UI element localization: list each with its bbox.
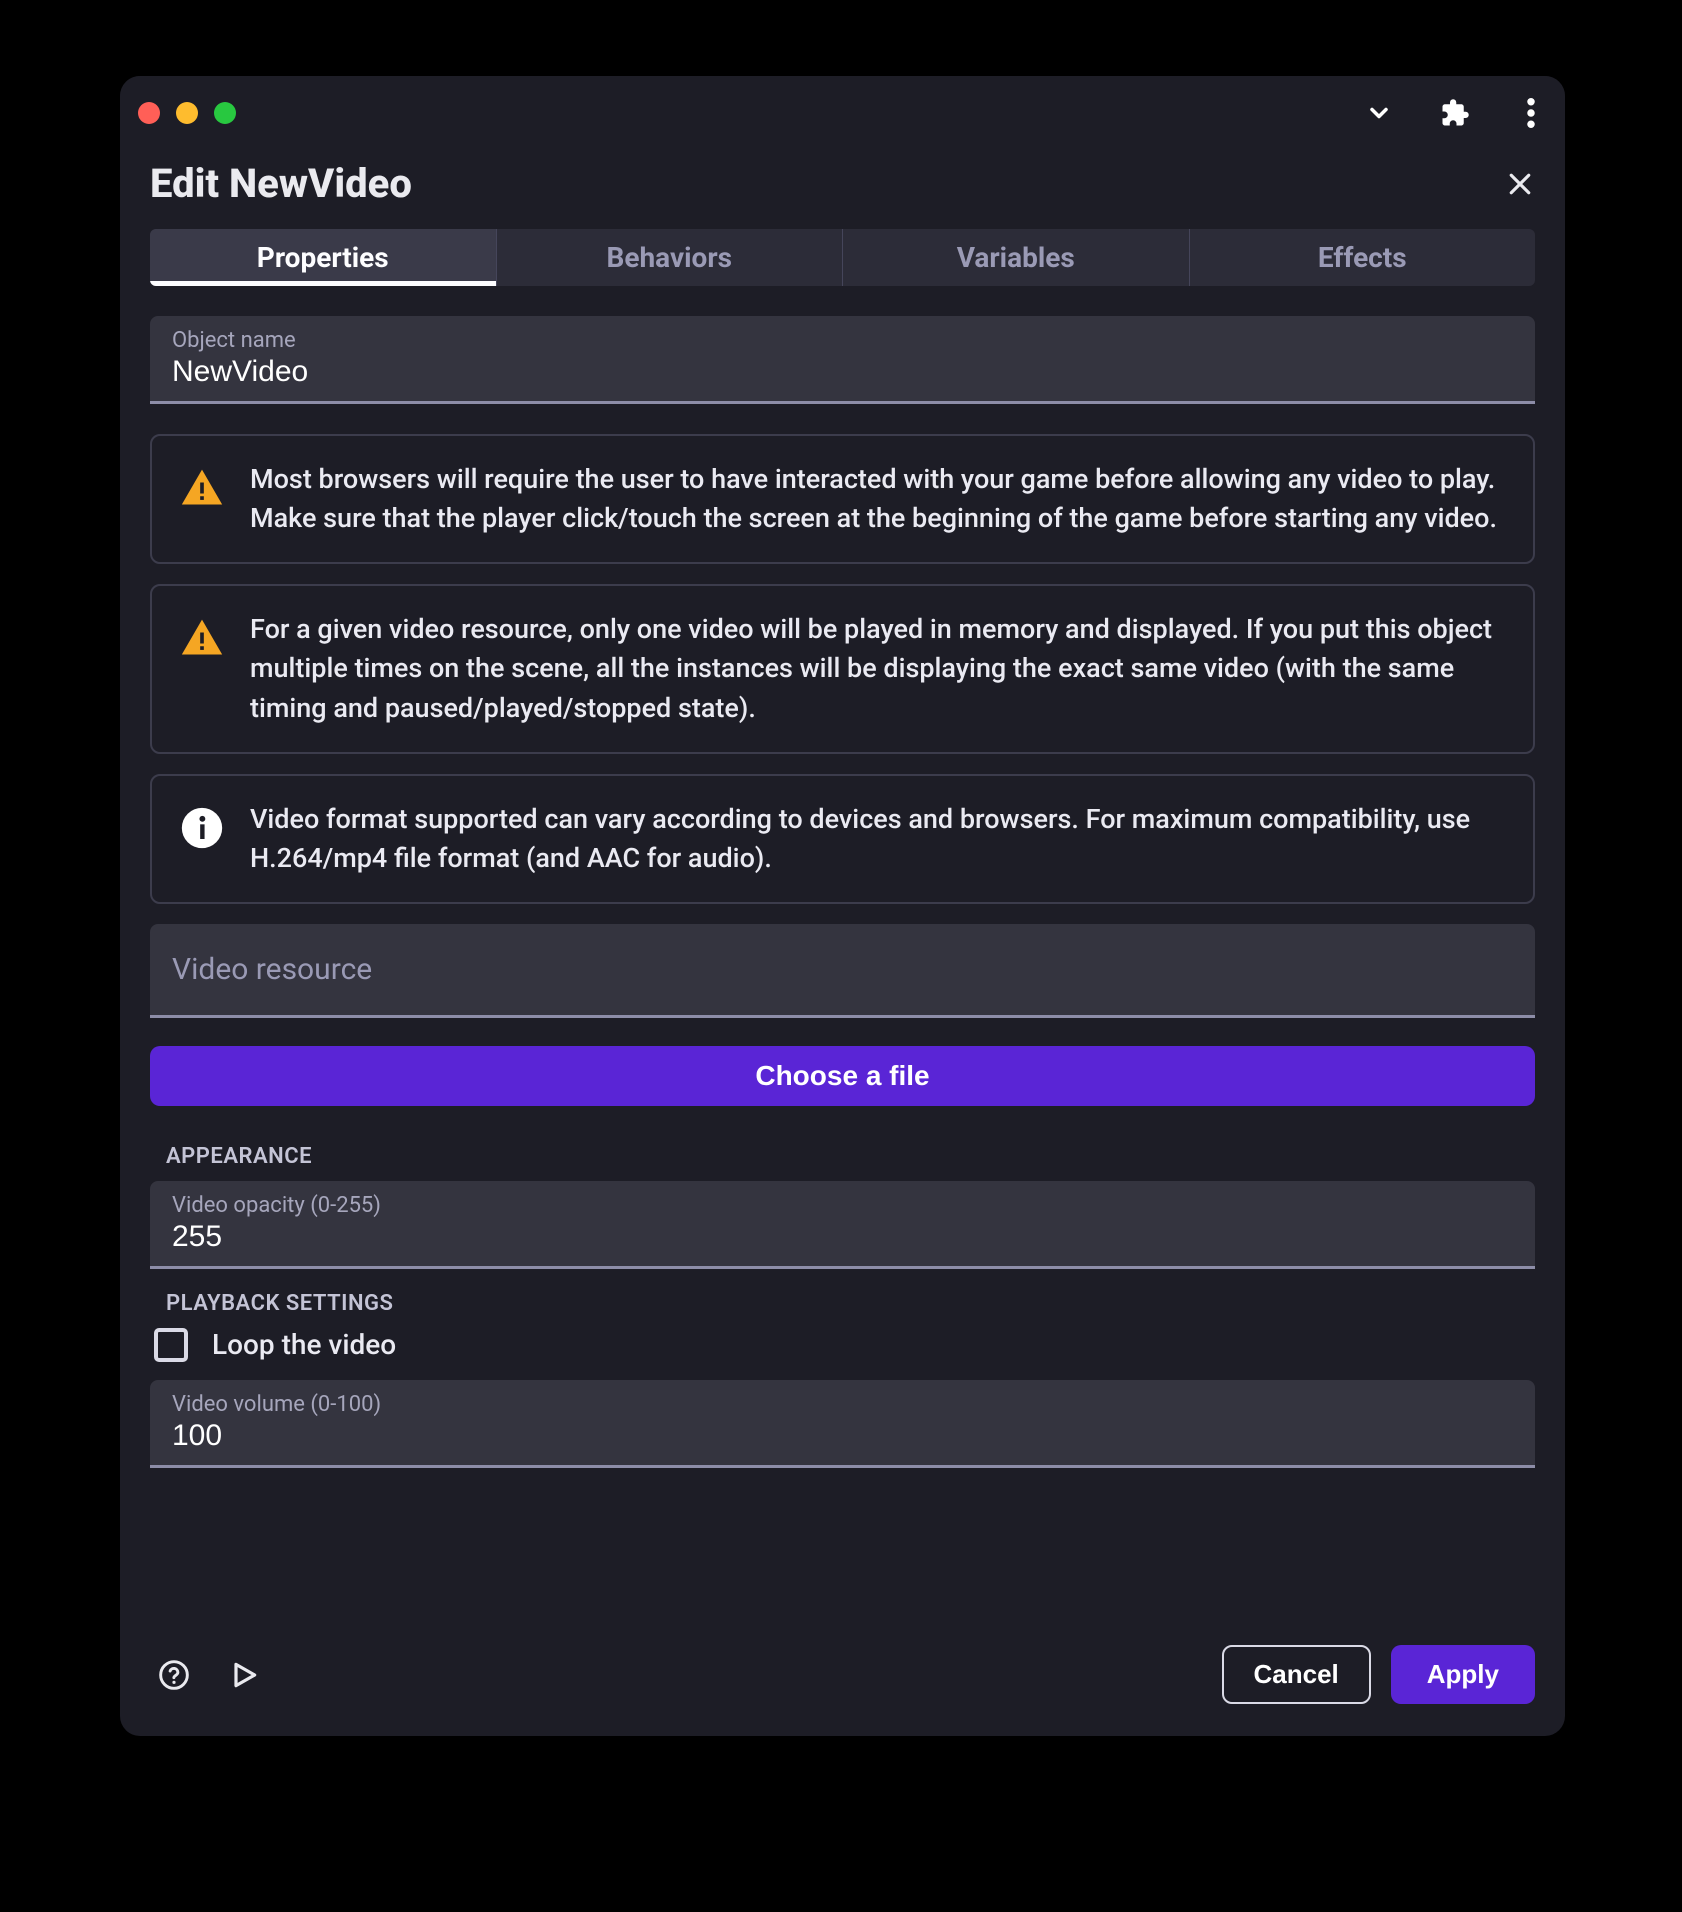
info-icon [180,806,224,850]
alert-text: Video format supported can vary accordin… [250,800,1505,878]
alert-warning-interaction: Most browsers will require the user to h… [150,434,1535,564]
more-vertical-icon[interactable] [1515,97,1547,129]
dialog-content: Object name Most browsers will require t… [120,316,1565,1619]
object-name-field[interactable]: Object name [150,316,1535,404]
video-resource-field[interactable]: Video resource [150,924,1535,1018]
alert-text: For a given video resource, only one vid… [250,610,1505,727]
button-label: Choose a file [755,1060,929,1091]
alert-info-format: Video format supported can vary accordin… [150,774,1535,904]
alert-warning-single-instance: For a given video resource, only one vid… [150,584,1535,753]
video-volume-input[interactable] [172,1419,1513,1453]
tab-effects[interactable]: Effects [1189,229,1536,286]
puzzle-icon[interactable] [1439,97,1471,129]
video-opacity-field[interactable]: Video opacity (0-255) [150,1181,1535,1269]
window-minimize-dot[interactable] [176,102,198,124]
choose-file-button[interactable]: Choose a file [150,1046,1535,1106]
video-volume-field[interactable]: Video volume (0-100) [150,1380,1535,1468]
play-icon[interactable] [228,1659,260,1691]
tab-label: Variables [957,241,1075,274]
tab-label: Properties [257,241,389,274]
object-name-input[interactable] [172,355,1513,389]
section-label-playback: PLAYBACK SETTINGS [166,1291,1535,1316]
dialog-title: Edit NewVideo [150,160,412,207]
loop-video-checkbox[interactable] [154,1328,188,1362]
field-label: Object name [172,328,1513,353]
dialog-footer: Cancel Apply [120,1619,1565,1736]
window-titlebar [120,76,1565,150]
titlebar-action-group [1363,97,1547,129]
chevron-down-icon[interactable] [1363,97,1395,129]
warning-icon [180,466,224,510]
close-icon[interactable] [1505,169,1535,199]
tab-behaviors[interactable]: Behaviors [496,229,843,286]
dialog-window: Edit NewVideo Properties Behaviors Varia… [120,76,1565,1736]
tab-variables[interactable]: Variables [842,229,1189,286]
tab-label: Effects [1318,241,1407,274]
window-zoom-dot[interactable] [214,102,236,124]
traffic-lights [138,102,236,124]
field-label: Video volume (0-100) [172,1392,1513,1417]
tab-bar: Properties Behaviors Variables Effects [150,229,1535,286]
alert-text: Most browsers will require the user to h… [250,460,1505,538]
window-close-dot[interactable] [138,102,160,124]
help-icon[interactable] [158,1659,190,1691]
tab-label: Behaviors [607,241,732,274]
dialog-header: Edit NewVideo [120,150,1565,229]
button-label: Apply [1427,1659,1499,1689]
section-label-appearance: APPEARANCE [166,1144,1535,1169]
footer-icon-group [158,1659,260,1691]
video-opacity-input[interactable] [172,1220,1513,1254]
warning-icon [180,616,224,660]
apply-button[interactable]: Apply [1391,1645,1535,1704]
cancel-button[interactable]: Cancel [1222,1645,1371,1704]
field-label: Video opacity (0-255) [172,1193,1513,1218]
tab-properties[interactable]: Properties [150,229,496,286]
loop-video-row: Loop the video [154,1328,1535,1362]
button-label: Cancel [1254,1659,1339,1689]
loop-video-label: Loop the video [212,1328,396,1361]
field-placeholder: Video resource [172,952,1513,987]
